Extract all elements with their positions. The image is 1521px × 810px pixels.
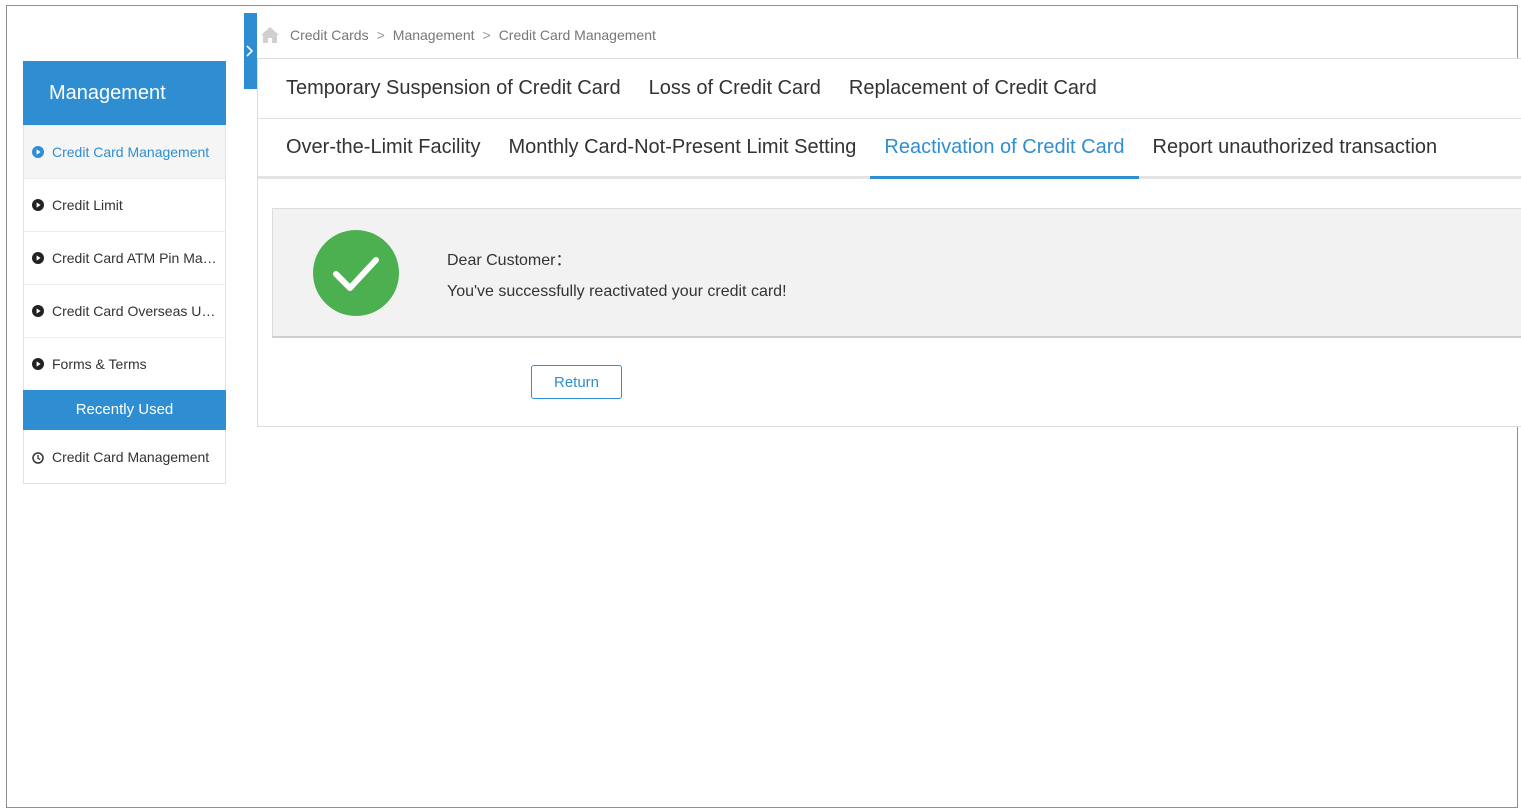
chevron-right-icon [246,45,254,57]
sidebar-item-label: Credit Limit [52,197,123,213]
greeting-text: Dear Customer： [447,252,572,269]
breadcrumb-separator: > [376,27,385,43]
sidebar-item-label: Credit Card Overseas Usage [52,303,217,319]
sidebar-item-atm-pin[interactable]: Credit Card ATM Pin Management [24,231,225,284]
tab-replacement-of-credit-card[interactable]: Replacement of Credit Card [835,59,1111,118]
tab-report-unauthorized-transaction[interactable]: Report unauthorized transaction [1139,119,1452,176]
breadcrumb-item-credit-card-management: Credit Card Management [498,27,656,43]
clock-icon [32,451,44,464]
recent-item-credit-card-management[interactable]: Credit Card Management [24,430,225,483]
sidebar-item-label: Credit Card ATM Pin Management [52,250,217,266]
tab-row-secondary: Over-the-Limit Facility Monthly Card-Not… [258,119,1521,179]
tab-row-primary: Temporary Suspension of Credit Card Loss… [258,59,1521,119]
success-message-text: You've successfully reactivated your cre… [447,283,787,300]
tab-loss-of-credit-card[interactable]: Loss of Credit Card [635,59,835,118]
success-check-icon [313,230,399,316]
breadcrumb: Credit Cards > Management > Credit Card … [260,24,656,46]
play-bullet-icon [32,199,44,211]
play-bullet-icon [32,305,44,317]
sidebar-collapse-handle[interactable] [244,13,257,89]
success-message-box: Dear Customer： You've successfully react… [272,208,1521,338]
breadcrumb-item-management[interactable]: Management [393,27,475,43]
sidebar-item-forms-terms[interactable]: Forms & Terms [24,337,225,390]
return-button[interactable]: Return [531,365,622,399]
sidebar: Management Credit Card Management Credit… [23,61,226,484]
sidebar-item-credit-limit[interactable]: Credit Limit [24,178,225,231]
sidebar-item-overseas[interactable]: Credit Card Overseas Usage [24,284,225,337]
home-icon[interactable] [260,26,280,44]
tab-reactivation-of-credit-card[interactable]: Reactivation of Credit Card [870,119,1139,179]
play-bullet-icon [32,252,44,264]
sidebar-item-credit-card-management[interactable]: Credit Card Management [24,125,225,178]
play-bullet-icon [32,358,44,370]
play-bullet-icon [32,146,44,158]
sidebar-item-label: Credit Card Management [52,144,210,160]
recently-used-header: Recently Used [23,390,226,430]
tab-temporary-suspension[interactable]: Temporary Suspension of Credit Card [258,59,635,118]
recent-item-label: Credit Card Management [52,448,210,465]
main-panel: Temporary Suspension of Credit Card Loss… [257,58,1521,427]
tab-monthly-cnp-limit[interactable]: Monthly Card-Not-Present Limit Setting [494,119,870,176]
sidebar-item-label: Forms & Terms [52,356,147,372]
breadcrumb-item-credit-cards[interactable]: Credit Cards [290,27,369,43]
sidebar-title: Management [23,61,226,125]
tab-over-the-limit-facility[interactable]: Over-the-Limit Facility [258,119,494,176]
breadcrumb-separator: > [482,27,491,43]
